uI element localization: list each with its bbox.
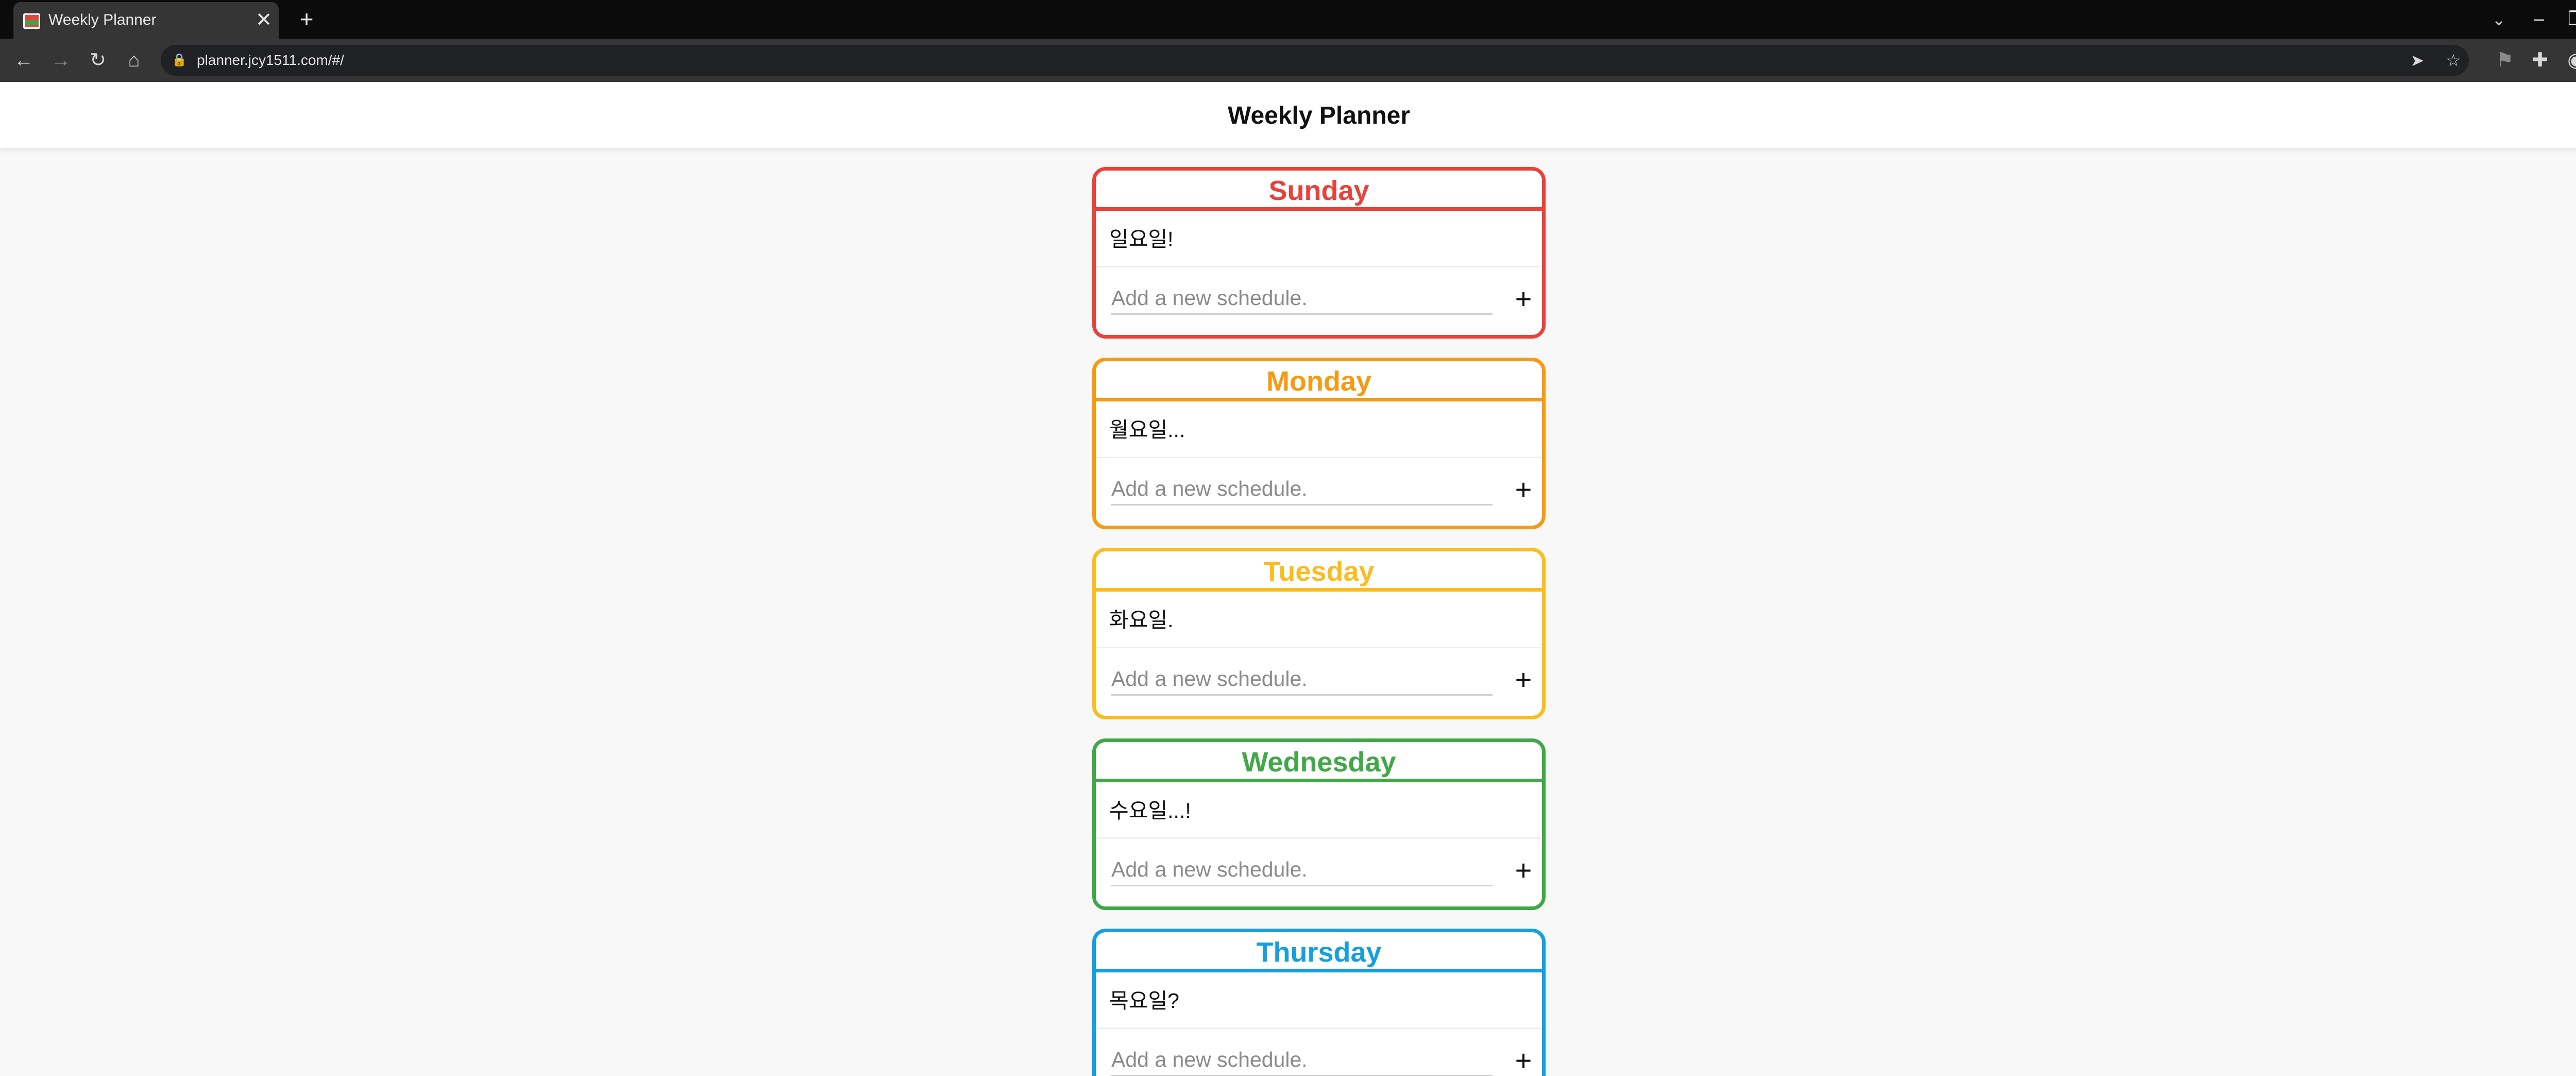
add-schedule-input[interactable] bbox=[1111, 1045, 1493, 1076]
add-schedule-row: + bbox=[1096, 267, 1542, 331]
schedule-item[interactable]: 수요일...! bbox=[1096, 782, 1542, 839]
schedule-item[interactable]: 일요일! bbox=[1096, 211, 1542, 267]
browser-toolbar: ← → ↻ ⌂ 🔒 planner.jcy1511.com/#/ ➤ ☆ ⚑ ✚… bbox=[0, 39, 2576, 82]
browser-tab[interactable]: Weekly Planner ✕ bbox=[13, 2, 279, 39]
add-schedule-button[interactable]: + bbox=[1508, 1043, 1539, 1076]
lock-icon[interactable]: 🔒 bbox=[171, 52, 188, 69]
minimize-icon[interactable]: – bbox=[2527, 6, 2551, 31]
page-title: Weekly Planner bbox=[1228, 102, 1410, 129]
add-schedule-button[interactable]: + bbox=[1508, 472, 1539, 508]
day-header: Wednesday bbox=[1096, 742, 1542, 782]
reload-icon[interactable]: ↻ bbox=[84, 47, 111, 74]
add-schedule-button[interactable]: + bbox=[1508, 662, 1539, 698]
add-schedule-input[interactable] bbox=[1111, 664, 1493, 696]
tab-title: Weekly Planner bbox=[48, 11, 157, 28]
profile-avatar-icon[interactable]: ◉ bbox=[2563, 47, 2576, 74]
add-schedule-button[interactable]: + bbox=[1508, 852, 1539, 888]
add-schedule-input[interactable] bbox=[1111, 854, 1493, 886]
page-header: Weekly Planner bbox=[0, 82, 2576, 148]
back-arrow-icon[interactable]: ← bbox=[10, 47, 37, 74]
schedule-item[interactable]: 화요일. bbox=[1096, 592, 1542, 648]
day-header: Thursday bbox=[1096, 932, 1542, 972]
add-schedule-button[interactable]: + bbox=[1508, 281, 1539, 317]
add-schedule-input[interactable] bbox=[1111, 283, 1493, 315]
day-card-tuesday: Tuesday 화요일. + bbox=[1092, 548, 1546, 719]
add-schedule-row: + bbox=[1096, 839, 1542, 903]
url-text[interactable]: planner.jcy1511.com/#/ bbox=[197, 52, 344, 69]
forward-arrow-icon[interactable]: → bbox=[47, 47, 74, 74]
bookmark-icon[interactable]: ⚑ bbox=[2492, 47, 2518, 74]
schedule-item[interactable]: 월요일... bbox=[1096, 401, 1542, 458]
new-tab-icon[interactable]: + bbox=[294, 6, 319, 32]
day-card-thursday: Thursday 목요일? + bbox=[1092, 929, 1546, 1076]
day-header: Monday bbox=[1096, 361, 1542, 401]
day-header: Sunday bbox=[1096, 171, 1542, 211]
home-icon[interactable]: ⌂ bbox=[121, 47, 147, 74]
tab-close-icon[interactable]: ✕ bbox=[253, 8, 274, 32]
extensions-icon[interactable]: ✚ bbox=[2527, 47, 2553, 74]
add-schedule-row: + bbox=[1096, 458, 1542, 522]
add-schedule-row: + bbox=[1096, 648, 1542, 712]
add-schedule-input[interactable] bbox=[1111, 474, 1493, 506]
day-card-wednesday: Wednesday 수요일...! + bbox=[1092, 738, 1546, 910]
planner-favicon-icon bbox=[23, 13, 40, 29]
day-card-monday: Monday 월요일... + bbox=[1092, 358, 1546, 529]
add-schedule-row: + bbox=[1096, 1029, 1542, 1076]
schedule-item[interactable]: 목요일? bbox=[1096, 972, 1542, 1029]
day-card-sunday: Sunday 일요일! + bbox=[1092, 167, 1546, 339]
day-header: Tuesday bbox=[1096, 551, 1542, 592]
send-icon[interactable]: ➤ bbox=[2405, 48, 2430, 73]
address-bar[interactable]: 🔒 planner.jcy1511.com/#/ ➤ ☆ bbox=[161, 45, 2469, 76]
star-icon[interactable]: ☆ bbox=[2441, 48, 2466, 73]
browser-tab-bar: Weekly Planner ✕ + ⌄ – ❐ ✕ bbox=[0, 0, 2576, 39]
restore-icon[interactable]: ❐ bbox=[2564, 6, 2576, 31]
tab-search-icon[interactable]: ⌄ bbox=[2486, 7, 2511, 32]
